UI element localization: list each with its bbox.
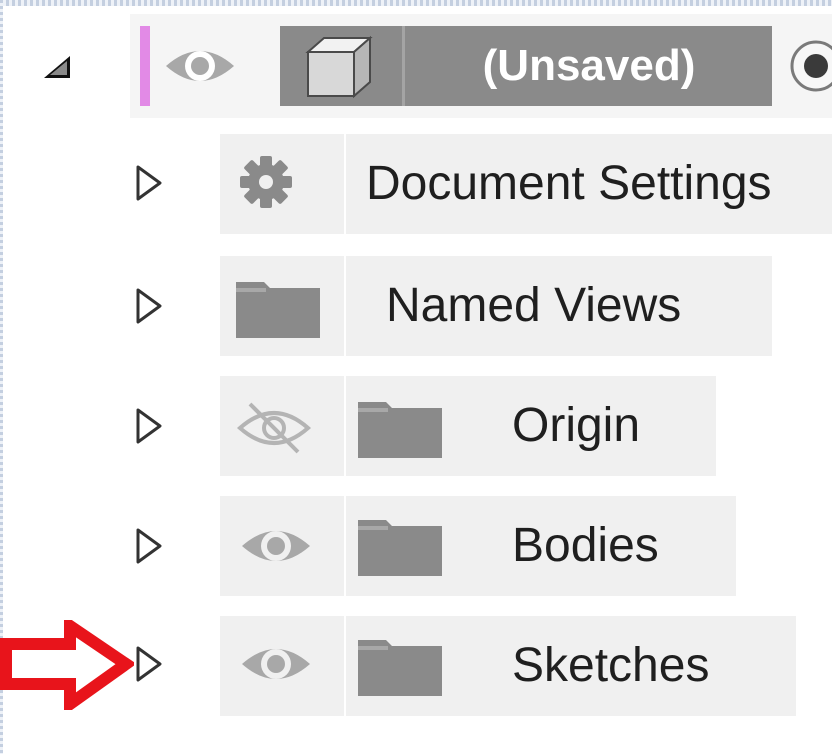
root-component-name[interactable]: (Unsaved)	[406, 26, 772, 106]
panel-top-border	[0, 0, 832, 6]
active-radio-icon[interactable]	[788, 38, 832, 94]
red-arrow-icon	[0, 620, 134, 710]
cell-separator	[344, 496, 346, 596]
tree-item-label: Origin	[512, 399, 641, 452]
eye-icon[interactable]	[238, 632, 314, 696]
browser-tree-panel: (Unsaved) Document Settings Named Views	[0, 0, 832, 754]
active-component-marker	[140, 26, 150, 106]
expand-toggle-icon[interactable]	[132, 526, 166, 566]
icon-divider	[402, 26, 405, 106]
component-icon-cell	[280, 26, 406, 106]
tree-item-label: Named Views	[386, 279, 682, 332]
component-cube-icon	[305, 35, 373, 99]
cell-separator	[344, 376, 346, 476]
tree-item-label: Document Settings	[366, 157, 772, 210]
folder-icon	[358, 520, 442, 576]
gear-icon	[240, 156, 292, 208]
expand-toggle-icon[interactable]	[132, 286, 166, 326]
eye-icon[interactable]	[162, 34, 238, 98]
folder-icon	[358, 402, 442, 458]
expand-toggle-icon[interactable]	[132, 644, 166, 684]
tree-item-label: Bodies	[512, 519, 659, 572]
folder-icon	[358, 640, 442, 696]
tree-item-label: Sketches	[512, 639, 710, 692]
eye-icon[interactable]	[238, 514, 314, 578]
expanded-triangle-icon[interactable]	[40, 52, 74, 82]
cell-separator	[344, 616, 346, 716]
eye-hidden-icon[interactable]	[236, 396, 312, 460]
cell-separator	[344, 134, 346, 234]
expand-toggle-icon[interactable]	[132, 163, 166, 203]
expand-toggle-icon[interactable]	[132, 406, 166, 446]
folder-icon	[236, 282, 320, 338]
cell-separator	[344, 256, 346, 356]
